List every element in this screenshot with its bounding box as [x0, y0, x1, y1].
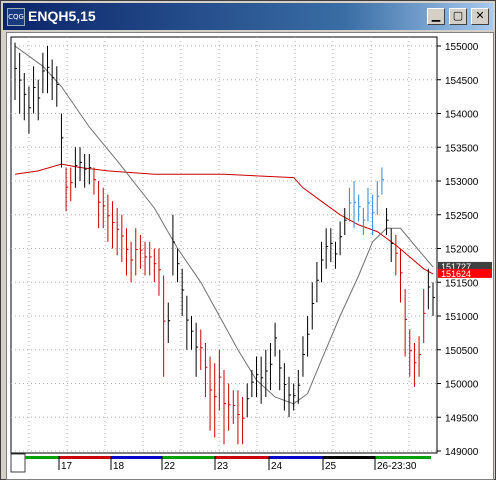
- window-title: ENQH5,15: [28, 8, 96, 24]
- x-tick-label: 25: [325, 461, 337, 472]
- y-tick-label: 155000: [445, 42, 479, 53]
- y-tick-label: 154000: [445, 110, 479, 121]
- time-axis-segment: [59, 456, 111, 459]
- y-tick-label: 149500: [445, 413, 479, 424]
- time-axis-scroll-box: [10, 453, 26, 473]
- price-chart[interactable]: 155000 154500 154000 153500 153000 152500 1520…: [7, 33, 493, 479]
- title-bar[interactable]: CQG ENQH5,15 ▁ ▢ ✕: [3, 3, 493, 30]
- maximize-icon[interactable]: ▢: [449, 8, 467, 25]
- x-tick-label: 22: [164, 461, 176, 472]
- minimize-icon[interactable]: ▁: [427, 8, 445, 25]
- time-axis-segment: [269, 456, 323, 459]
- x-tick-label: 23: [217, 461, 229, 472]
- y-tick-label: 150000: [445, 380, 479, 391]
- y-tick-label: 152000: [445, 245, 479, 256]
- x-tick-label: 26-23:30: [377, 461, 417, 472]
- y-tick-label: 153500: [445, 143, 479, 154]
- y-tick-label: 150500: [445, 346, 479, 357]
- time-axis-segment: [323, 456, 375, 459]
- y-tick-label: 151000: [445, 312, 479, 323]
- time-axis-segment: [215, 456, 269, 459]
- time-axis-segment: [162, 456, 215, 459]
- time-axis-segment: [375, 456, 431, 459]
- y-tick-label: 149000: [445, 447, 479, 458]
- y-tick-label: 151500: [445, 278, 479, 289]
- chart-window: CQG ENQH5,15 ▁ ▢ ✕ 155000 154500 154000 153…: [0, 0, 496, 480]
- y-tick-label: 153000: [445, 177, 479, 188]
- x-tick-label: 17: [61, 461, 73, 472]
- cqg-app-icon[interactable]: CQG: [7, 8, 25, 26]
- close-icon[interactable]: ✕: [471, 8, 489, 25]
- x-tick-label: 24: [271, 461, 283, 472]
- x-tick-label: 18: [113, 461, 125, 472]
- time-axis-segment: [111, 456, 162, 459]
- price-label: 151624: [441, 269, 471, 279]
- plot-area[interactable]: 155000 154500 154000 153500 153000 152500 1520…: [6, 32, 494, 480]
- y-tick-label: 152500: [445, 211, 479, 222]
- y-tick-label: 154500: [445, 76, 479, 87]
- time-axis-segment: [25, 456, 59, 459]
